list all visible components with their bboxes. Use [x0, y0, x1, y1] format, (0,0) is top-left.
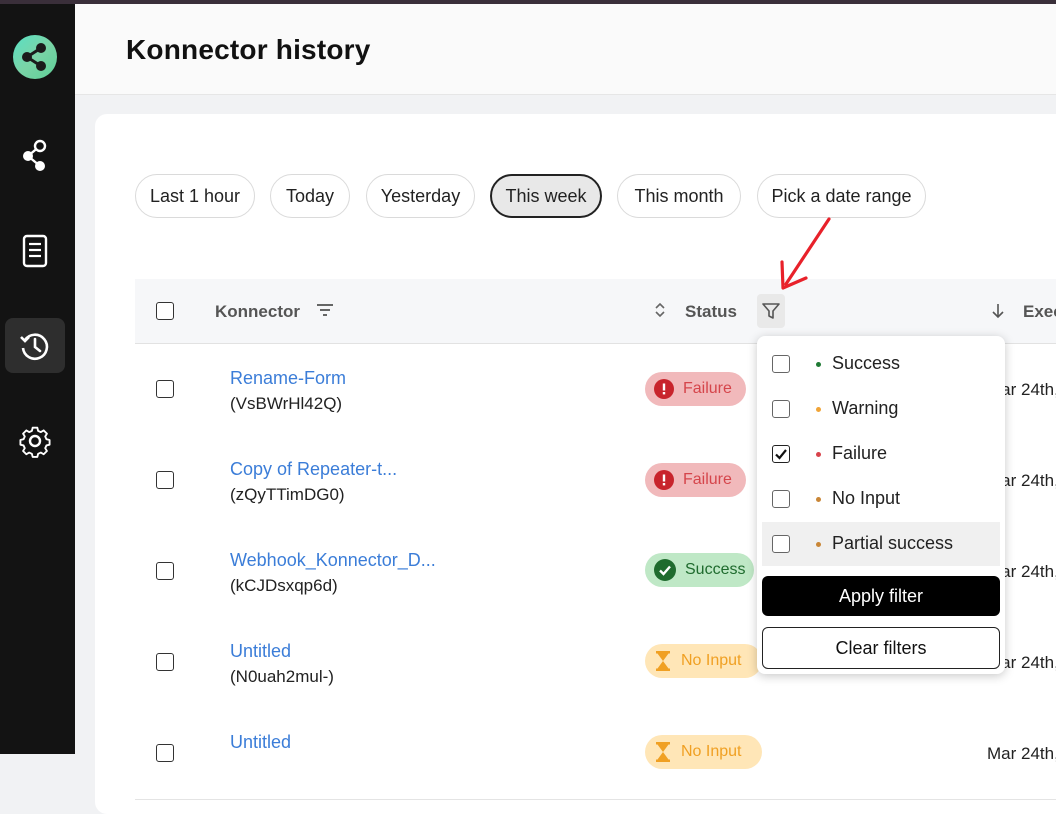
status-filter-popup: Success Warning Failure No Input Partial…: [757, 336, 1005, 674]
konnector-name-link[interactable]: Rename-Form: [230, 368, 346, 389]
status-badge-label: No Input: [681, 743, 742, 760]
sort-updown-icon[interactable]: [654, 302, 666, 318]
date-filter-this-week[interactable]: This week: [490, 174, 602, 218]
filter-option-no-input[interactable]: No Input: [762, 477, 1000, 521]
clear-filters-button[interactable]: Clear filters: [762, 627, 1000, 669]
date-filter-pick-range[interactable]: Pick a date range: [757, 174, 926, 218]
sidebar-item-konnectors[interactable]: [5, 128, 65, 183]
konnector-name-link[interactable]: Webhook_Konnector_D...: [230, 550, 436, 571]
status-badge: Success: [645, 553, 754, 587]
sidebar-item-history[interactable]: [5, 318, 65, 373]
status-badge: No Input: [645, 644, 762, 678]
status-dot: [816, 407, 821, 412]
konnector-id: (VsBWrHl42Q): [230, 394, 343, 413]
filter-option-checkbox[interactable]: [772, 535, 790, 553]
column-header-status[interactable]: Status: [685, 302, 737, 322]
check-circle-icon: [654, 559, 676, 581]
sort-down-arrow-icon[interactable]: [991, 302, 1005, 320]
hourglass-icon: [656, 742, 670, 762]
select-all-checkbox[interactable]: [156, 302, 174, 320]
row-checkbox[interactable]: [156, 380, 174, 398]
konnector-name-link[interactable]: Copy of Repeater-t...: [230, 459, 397, 480]
status-dot: [816, 452, 821, 457]
status-badge-label: Success: [685, 561, 746, 578]
filter-option-label: Warning: [832, 398, 899, 418]
app-logo[interactable]: [13, 35, 57, 79]
filter-option-checkbox[interactable]: [772, 490, 790, 508]
konnector-name-link[interactable]: Untitled: [230, 641, 291, 662]
table-header: Konnector Status Exec: [135, 279, 1056, 344]
status-badge-label: No Input: [681, 652, 742, 669]
status-badge: No Input: [645, 735, 762, 769]
error-icon: [654, 379, 674, 399]
apply-filter-button[interactable]: Apply filter: [762, 576, 1000, 616]
status-dot: [816, 497, 821, 502]
date-filter-today[interactable]: Today: [270, 174, 350, 218]
row-checkbox[interactable]: [156, 562, 174, 580]
share-logo-icon: [22, 43, 46, 71]
filter-option-checkbox[interactable]: [772, 400, 790, 418]
date-filter-this-month[interactable]: This month: [617, 174, 741, 218]
share-icon: [23, 139, 47, 171]
column-header-konnector[interactable]: Konnector: [215, 302, 300, 322]
filter-option-failure[interactable]: Failure: [762, 432, 1000, 476]
column-header-executed[interactable]: Exec: [1023, 302, 1056, 322]
check-icon: [775, 449, 787, 460]
annotation-arrow-icon: [780, 217, 831, 290]
konnector-id: (N0uah2mul-): [230, 667, 334, 686]
sort-lines-icon[interactable]: [316, 303, 334, 317]
sidebar-item-logs[interactable]: [5, 223, 65, 278]
status-dot: [816, 542, 821, 547]
filter-option-label: Success: [832, 353, 901, 373]
status-badge: Failure: [645, 372, 746, 406]
table-row[interactable]: Untitled No Input Mar 24th,: [135, 708, 1056, 800]
filter-option-success[interactable]: Success: [762, 342, 1000, 386]
filter-option-label: Failure: [832, 443, 888, 463]
filter-option-label: No Input: [832, 488, 901, 508]
row-checkbox[interactable]: [156, 653, 174, 671]
sidebar: [0, 4, 75, 754]
konnector-id: (zQyTTimDG0): [230, 485, 345, 504]
gear-icon: [19, 426, 51, 458]
filter-option-checkbox[interactable]: [772, 445, 790, 463]
filter-funnel-icon: [762, 303, 780, 319]
error-icon: [654, 470, 674, 490]
filter-option-checkbox[interactable]: [772, 355, 790, 373]
status-badge: Failure: [645, 463, 746, 497]
konnector-id: (kCJDsxqp6d): [230, 576, 338, 595]
status-filter-button[interactable]: [757, 294, 785, 328]
page-header: Konnector history: [75, 4, 1056, 95]
status-badge-label: Failure: [683, 380, 732, 397]
filter-option-label: Partial success: [832, 533, 954, 553]
history-icon: [20, 332, 49, 360]
execution-date: Mar 24th,: [987, 744, 1056, 763]
date-filter-last-1-hour[interactable]: Last 1 hour: [135, 174, 255, 218]
konnector-name-link[interactable]: Untitled: [230, 732, 291, 753]
row-checkbox[interactable]: [156, 471, 174, 489]
row-checkbox[interactable]: [156, 744, 174, 762]
filter-option-warning[interactable]: Warning: [762, 387, 1000, 431]
hourglass-icon: [656, 651, 670, 671]
sidebar-item-settings[interactable]: [5, 413, 65, 468]
page-title: Konnector history: [126, 34, 371, 65]
status-badge-label: Failure: [683, 471, 732, 488]
status-dot: [816, 362, 821, 367]
date-filter-yesterday[interactable]: Yesterday: [366, 174, 475, 218]
filter-option-partial-success[interactable]: Partial success: [762, 522, 1000, 566]
document-icon: [22, 234, 48, 267]
